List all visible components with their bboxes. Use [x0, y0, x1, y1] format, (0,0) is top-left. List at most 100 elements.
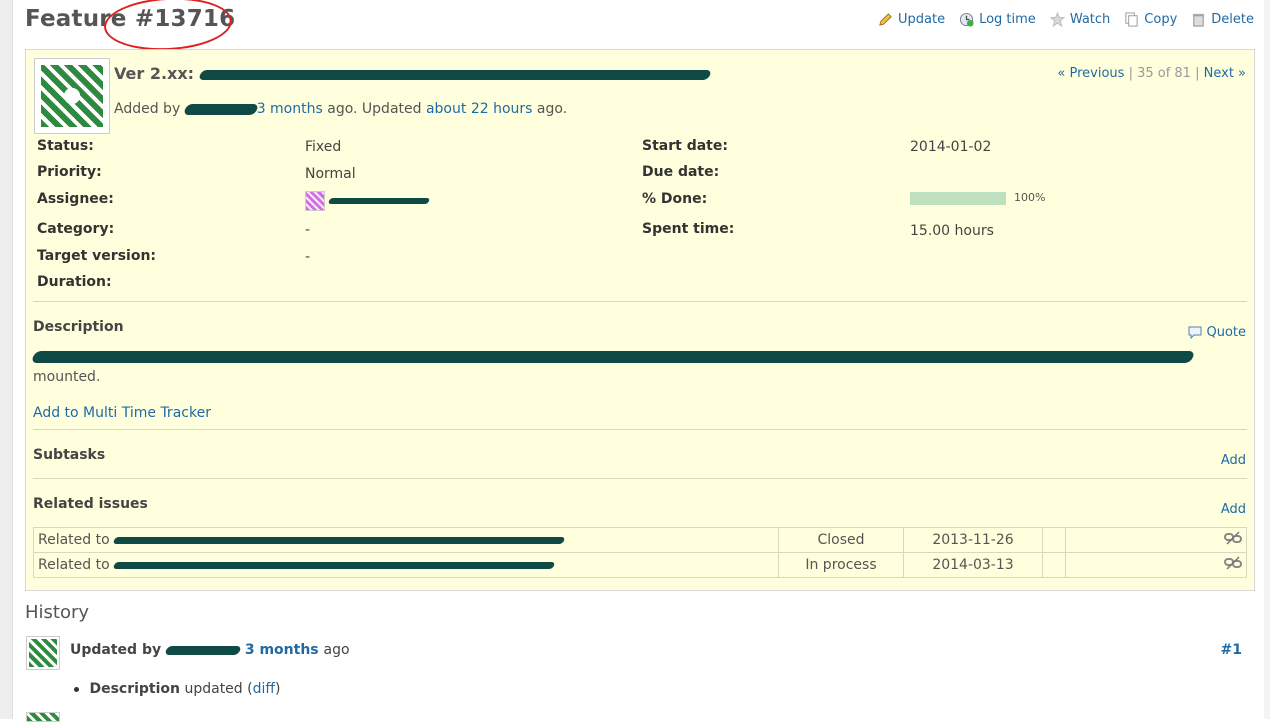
clock-add-icon	[960, 12, 974, 27]
trash-icon	[1193, 13, 1205, 27]
issue-toolbar: Update Log time Watch Copy Delete	[878, 12, 1254, 27]
log-time-action[interactable]: Log time	[959, 12, 1036, 27]
author-avatar	[34, 58, 110, 134]
target-version-value: -	[305, 249, 311, 265]
related-extra	[1042, 552, 1066, 578]
category-label: Category:	[37, 221, 115, 237]
duration-label: Duration:	[37, 274, 112, 290]
pencil-icon	[879, 13, 892, 26]
priority-label: Priority:	[37, 164, 102, 180]
author-line: Added by 3 months ago. Updated about 22 …	[114, 101, 567, 117]
related-remove[interactable]	[1065, 527, 1247, 553]
redacted-description	[30, 351, 1196, 363]
start-date-label: Start date:	[642, 138, 728, 154]
done-label: % Done:	[642, 191, 708, 207]
done-progress-bar	[910, 192, 1006, 205]
update-link[interactable]: Update	[898, 12, 945, 27]
related-subject[interactable]: Related to	[33, 527, 779, 553]
unlink-icon	[1224, 531, 1242, 545]
log-time-link[interactable]: Log time	[979, 12, 1036, 27]
add-to-multi-time-tracker-link[interactable]: Add to Multi Time Tracker	[33, 405, 211, 421]
delete-link[interactable]: Delete	[1211, 12, 1254, 27]
issue-position: 35 of 81	[1137, 66, 1191, 81]
quote-action[interactable]: Quote	[1188, 325, 1246, 340]
done-percent: 100%	[1014, 191, 1046, 204]
assignee-label: Assignee:	[37, 191, 114, 207]
priority-value: Normal	[305, 166, 356, 182]
description-heading: Description	[33, 319, 124, 335]
journal-ago-link[interactable]: 3 months	[245, 642, 319, 658]
journal-detail: Description updated (diff)	[60, 681, 281, 697]
updated-ago-link[interactable]: about 22 hours	[426, 101, 532, 117]
related-remove[interactable]	[1065, 552, 1247, 578]
redacted-related-issue	[112, 536, 566, 544]
speech-bubble-icon	[1188, 326, 1202, 340]
next-link[interactable]: Next »	[1204, 66, 1246, 81]
related-status: Closed	[778, 527, 904, 553]
right-scroll-strip	[1264, 0, 1270, 719]
journal-header: Updated by 3 months ago	[70, 642, 350, 658]
copy-icon	[1125, 12, 1138, 27]
divider	[33, 301, 1247, 302]
table-row: Related to Closed 2013-11-26	[33, 527, 1247, 553]
related-status: In process	[778, 552, 904, 578]
redacted-author	[182, 103, 259, 115]
table-row: Related to In process 2014-03-13	[33, 552, 1247, 578]
spent-time-link[interactable]: 15.00 hours	[910, 223, 994, 239]
delete-action[interactable]: Delete	[1191, 12, 1254, 27]
issue-navigation: « Previous | 35 of 81 | Next »	[1057, 66, 1246, 81]
ago-end-text: ago.	[536, 101, 568, 117]
changed-field: Description	[89, 681, 181, 697]
quote-link[interactable]: Quote	[1206, 325, 1246, 340]
watch-link[interactable]: Watch	[1070, 12, 1110, 27]
avatar	[26, 712, 60, 722]
avatar	[26, 636, 60, 670]
left-sidebar-strip	[0, 0, 13, 719]
copy-link[interactable]: Copy	[1144, 12, 1177, 27]
subtasks-heading: Subtasks	[33, 447, 106, 463]
related-date: 2014-03-13	[903, 552, 1043, 578]
updated-text: ago. Updated	[327, 101, 422, 117]
description-text-end: mounted.	[33, 369, 101, 385]
watch-action[interactable]: Watch	[1049, 12, 1110, 27]
related-issues-table: Related to Closed 2013-11-26 Related to …	[33, 527, 1247, 578]
copy-action[interactable]: Copy	[1124, 12, 1177, 27]
journal-number-link[interactable]: #1	[1221, 642, 1242, 658]
related-date: 2013-11-26	[903, 527, 1043, 553]
divider	[33, 429, 1247, 430]
divider	[33, 478, 1247, 479]
history-heading: History	[25, 602, 90, 623]
created-ago-link[interactable]: 3 months	[257, 101, 323, 117]
redacted-subject	[197, 69, 712, 80]
assignee-value[interactable]	[305, 191, 431, 211]
ago-text: ago	[323, 642, 350, 658]
redacted-related-issue	[112, 561, 556, 569]
added-by-text: Added by	[114, 101, 181, 117]
update-action[interactable]: Update	[878, 12, 945, 27]
related-extra	[1042, 527, 1066, 553]
issue-subject: Ver 2.xx:	[114, 64, 712, 83]
status-label: Status:	[37, 138, 94, 154]
unlink-icon	[1224, 556, 1242, 570]
relation-type: Related to	[38, 557, 110, 573]
description-text: mounted.	[30, 351, 1213, 385]
relation-type: Related to	[38, 532, 110, 548]
category-value: -	[305, 222, 311, 238]
previous-link[interactable]: « Previous	[1057, 66, 1124, 81]
diff-link[interactable]: diff	[253, 681, 275, 697]
status-value: Fixed	[305, 139, 342, 155]
redacted-assignee	[328, 198, 431, 204]
related-issues-heading: Related issues	[33, 496, 148, 512]
add-subtask-link[interactable]: Add	[1221, 453, 1246, 468]
updated-word: updated	[184, 681, 243, 697]
subject-prefix: Ver 2.xx:	[114, 64, 195, 83]
related-subject[interactable]: Related to	[33, 552, 779, 578]
redacted-user	[164, 645, 242, 655]
issue-details: Ver 2.xx: Added by 3 months ago. Updated…	[25, 49, 1255, 591]
star-icon	[1049, 12, 1065, 27]
annotation-circle	[102, 0, 234, 54]
updated-by-text: Updated by	[70, 642, 162, 658]
start-date-value: 2014-01-02	[910, 139, 992, 155]
spent-time-label: Spent time:	[642, 221, 735, 237]
add-related-link[interactable]: Add	[1221, 502, 1246, 517]
